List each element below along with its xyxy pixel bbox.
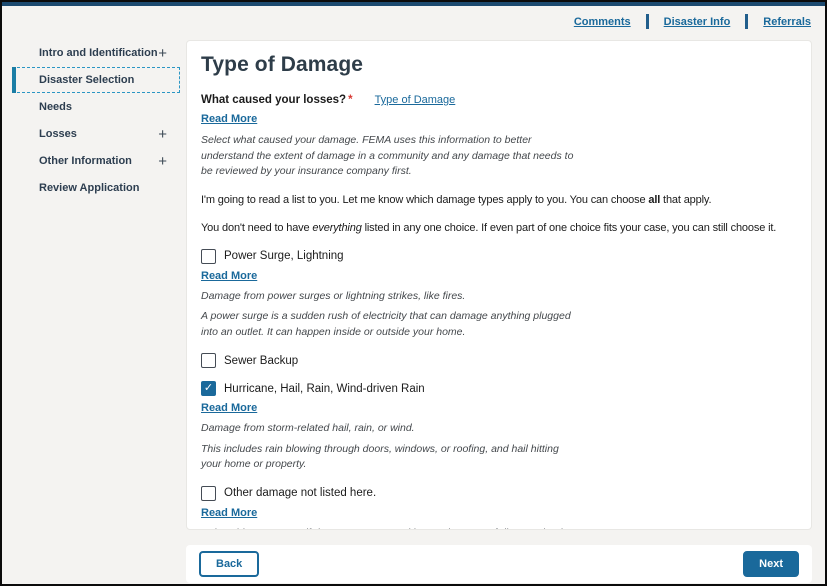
checkbox-label: Hurricane, Hail, Rain, Wind-driven Rain xyxy=(224,383,425,395)
read-more-link[interactable]: Read More xyxy=(201,507,257,519)
damage-options-list: Power Surge, Lightning Read More Damage fr… xyxy=(201,249,797,531)
intro-paragraph-2: You don't need to have everything listed… xyxy=(201,221,797,236)
help-line: be reviewed by your insurance company fi… xyxy=(201,164,797,180)
sidebar-item-label: Disaster Selection xyxy=(39,74,134,86)
help-line: Damage from power surges or lightning st… xyxy=(201,289,797,305)
question-row: What caused your losses?* Type of Damage xyxy=(201,94,797,106)
header-link-comments[interactable]: Comments xyxy=(574,16,631,28)
checkbox-row[interactable]: Sewer Backup xyxy=(201,353,797,368)
help-line: understand the extent of damage in a com… xyxy=(201,149,797,165)
intro-2-text: You don't need to have xyxy=(201,222,312,234)
checkbox-row[interactable]: Power Surge, Lightning xyxy=(201,249,797,264)
sidebar-item-review-application[interactable]: Review Application xyxy=(12,175,180,201)
help-line: Damage from storm-related hail, rain, or… xyxy=(201,421,797,437)
intro-1-text: I'm going to read a list to you. Let me … xyxy=(201,194,648,206)
option-help-text: This includes rain blowing through doors… xyxy=(201,442,797,473)
checkbox-label: Sewer Backup xyxy=(224,355,298,367)
sidebar-item-label: Other Information xyxy=(39,155,132,167)
nav-separator xyxy=(646,14,649,29)
read-more-link[interactable]: Read More xyxy=(201,402,257,414)
checkbox-label: Other damage not listed here. xyxy=(224,487,376,499)
damage-option-power-surge-lightning: Power Surge, Lightning Read More Damage fr… xyxy=(201,249,797,341)
intro-1-bold: all xyxy=(648,194,660,206)
help-line: your home or property. xyxy=(201,457,797,473)
expand-plus-icon[interactable]: + xyxy=(158,156,167,167)
app-window: Comments Disaster Info Referrals Intro and… xyxy=(0,0,827,586)
checkbox-checked[interactable]: ✓ xyxy=(201,381,216,396)
header-link-disaster-info[interactable]: Disaster Info xyxy=(664,16,731,28)
window-top-accent-bar xyxy=(2,2,825,6)
intro-1-tail: that apply. xyxy=(660,194,711,206)
question-label: What caused your losses?* xyxy=(201,94,353,106)
checkbox-unchecked[interactable] xyxy=(201,249,216,264)
sidebar-item-label: Intro and Identification xyxy=(39,47,158,59)
option-help-text: A power surge is a sudden rush of electr… xyxy=(201,309,797,340)
intro-paragraph-1: I'm going to read a list to you. Let me … xyxy=(201,193,797,208)
expand-plus-icon[interactable]: + xyxy=(158,48,167,59)
question-label-text: What caused your losses? xyxy=(201,94,346,106)
checkbox-row[interactable]: Other damage not listed here. xyxy=(201,486,797,501)
type-of-damage-link[interactable]: Type of Damage xyxy=(375,94,456,106)
header-link-referrals[interactable]: Referrals xyxy=(763,16,811,28)
damage-option-other-damage-not-listed-here: Other damage not listed here. Read More Se… xyxy=(201,486,797,531)
sidebar-item-intro-and-identification[interactable]: Intro and Identification+ xyxy=(12,40,180,66)
question-read-more-link[interactable]: Read More xyxy=(201,113,257,125)
header-nav: Comments Disaster Info Referrals xyxy=(574,14,811,29)
intro-2-italic: everything xyxy=(312,222,361,234)
footer-bar: Back Next xyxy=(186,545,812,583)
sidebar-item-label: Needs xyxy=(39,101,72,113)
sidebar-nav: Intro and Identification+Disaster Select… xyxy=(12,40,180,202)
form-card: Type of Damage What caused your losses?*… xyxy=(186,40,812,530)
question-help-text: Select what caused your damage. FEMA use… xyxy=(201,133,797,180)
checkbox-row[interactable]: ✓ Hurricane, Hail, Rain, Wind-driven Rain xyxy=(201,381,797,396)
checkbox-unchecked[interactable] xyxy=(201,486,216,501)
nav-separator xyxy=(745,14,748,29)
damage-option-hurricane-hail-rain-wind-driven-rain: ✓ Hurricane, Hail, Rain, Wind-driven Rain… xyxy=(201,381,797,473)
read-more-link[interactable]: Read More xyxy=(201,270,257,282)
damage-option-sewer-backup: Sewer Backup xyxy=(201,353,797,368)
sidebar-item-label: Review Application xyxy=(39,182,139,194)
help-line: Select what caused your damage. FEMA use… xyxy=(201,133,797,149)
option-help-text: Damage from power surges or lightning st… xyxy=(201,289,797,305)
checkbox-label: Power Surge, Lightning xyxy=(224,250,344,262)
option-help-text: Select this type ONLY if damage was caus… xyxy=(201,526,797,531)
sidebar-item-label: Losses xyxy=(39,128,77,140)
help-line: into an outlet. It can happen inside or … xyxy=(201,325,797,341)
expand-plus-icon[interactable]: + xyxy=(158,129,167,140)
intro-2-tail: listed in any one choice. If even part o… xyxy=(362,222,777,234)
sidebar-item-losses[interactable]: Losses + xyxy=(12,121,180,147)
sidebar-item-other-information[interactable]: Other Information + xyxy=(12,148,180,174)
required-asterisk: * xyxy=(348,94,352,106)
help-line: A power surge is a sudden rush of electr… xyxy=(201,309,797,325)
option-help-text: Damage from storm-related hail, rain, or… xyxy=(201,421,797,437)
next-button[interactable]: Next xyxy=(743,551,799,577)
back-button[interactable]: Back xyxy=(199,551,259,577)
sidebar-item-disaster-selection[interactable]: Disaster Selection xyxy=(12,67,180,93)
help-line: Select this type ONLY if damage was caus… xyxy=(201,526,797,531)
page-title: Type of Damage xyxy=(201,53,797,77)
help-line: This includes rain blowing through doors… xyxy=(201,442,797,458)
checkbox-unchecked[interactable] xyxy=(201,353,216,368)
checkmark-icon: ✓ xyxy=(204,383,213,394)
sidebar-item-needs[interactable]: Needs xyxy=(12,94,180,120)
